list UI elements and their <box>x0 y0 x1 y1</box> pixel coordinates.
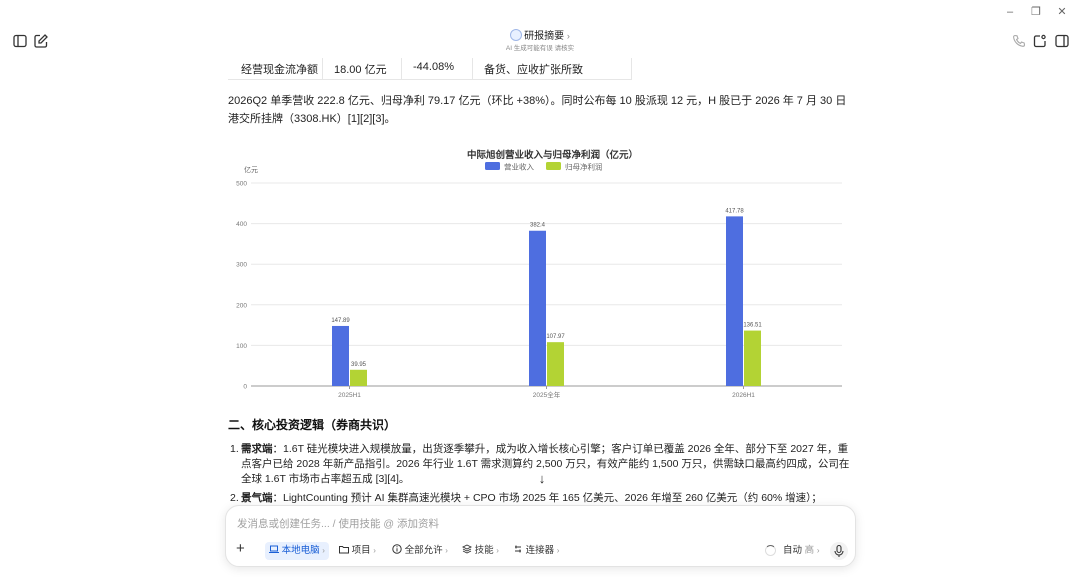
list-item-text: ：LightCounting 预计 AI 集群高速光模块 + CPO 市场 20… <box>272 492 822 504</box>
table-cell: 18.00 亿元 <box>334 64 387 76</box>
data-label: 136.51 <box>743 323 762 329</box>
chip-label: 项目 <box>351 545 371 556</box>
skills-chip[interactable]: 技能 › <box>458 542 503 560</box>
laptop-icon <box>269 545 279 553</box>
chip-label: 全部允许 <box>404 545 443 556</box>
bar <box>529 230 546 386</box>
conversation-title[interactable]: 研报摘要 › AI 生成可能有误 请核实 <box>440 29 640 54</box>
scroll-to-bottom-icon[interactable]: ↓ <box>534 471 550 487</box>
legend-label: 归母净利润 <box>565 162 603 172</box>
list-item-label: 需求端 <box>241 443 273 455</box>
ai-disclaimer: AI 生成可能有误 请核实 <box>505 45 575 52</box>
chevron-right-icon: › <box>445 546 448 555</box>
connector-icon <box>515 545 521 553</box>
table-cell: 备货、应收扩张所致 <box>484 64 583 76</box>
x-tick-label: 2025全年 <box>533 390 561 399</box>
chip-label: 本地电脑 <box>281 545 320 556</box>
x-tick-label: 2025H1 <box>338 392 361 399</box>
data-label: 382.4 <box>530 223 546 229</box>
y-tick-label: 100 <box>236 343 247 350</box>
y-tick-label: 200 <box>236 302 247 309</box>
table-cell: -44.08% <box>413 61 454 73</box>
restore-button[interactable]: ❐ <box>1028 4 1044 20</box>
panel-toggle-icon[interactable] <box>1053 32 1071 50</box>
bar-chart: 中际旭创营业收入与归母净利润（亿元）营业收入 归母净利润 亿元 0 100 200 300 4… <box>236 149 842 399</box>
table-row: 经营现金流净额 18.00 亿元 -44.08% 备货、应收扩张所致 <box>228 58 632 80</box>
list-item-label: 景气端 <box>241 492 273 504</box>
share-icon[interactable] <box>1031 32 1049 50</box>
microphone-button[interactable] <box>830 542 848 560</box>
title-text: 研报摘要 <box>524 31 565 42</box>
legend-label: 营业收入 <box>504 162 534 172</box>
close-button[interactable]: ✕ <box>1054 4 1070 20</box>
chevron-right-icon: › <box>496 546 499 555</box>
chevron-right-icon: › <box>816 546 820 555</box>
phone-icon[interactable] <box>1010 32 1028 50</box>
bar <box>350 369 367 386</box>
list-number: 1. <box>230 443 239 455</box>
window-titlebar: – ❐ ✕ <box>0 0 1080 24</box>
chip-label: 技能 <box>474 545 494 556</box>
chip-label: 连接器 <box>525 545 555 556</box>
message-composer: 发消息或创建任务... / 使用技能 @ 添加资料 + 本地电脑 › 项目 › … <box>225 505 856 567</box>
new-chat-icon[interactable] <box>32 32 50 50</box>
legend-swatch <box>485 162 500 170</box>
local-computer-chip[interactable]: 本地电脑 › <box>265 542 329 560</box>
y-tick-label: 500 <box>236 181 247 188</box>
data-label: 107.97 <box>546 334 565 340</box>
data-label: 147.89 <box>331 318 350 324</box>
table-cell: 经营现金流净额 <box>241 64 318 76</box>
mode-label: 自动 <box>783 545 803 556</box>
sidebar-toggle-icon[interactable] <box>11 32 29 50</box>
bar <box>726 216 743 386</box>
layers-icon <box>461 544 473 554</box>
chevron-right-icon: › <box>556 546 560 555</box>
permission-chip[interactable]: 全部允许 › <box>388 542 452 560</box>
summary-paragraph: 2026Q2 单季营收 222.8 亿元、归母净利 79.17 亿元（环比 +3… <box>228 95 847 125</box>
loading-spinner-icon <box>765 545 776 556</box>
chevron-right-icon: › <box>322 546 325 555</box>
data-label: 39.95 <box>351 362 367 368</box>
mode-level: 高 <box>804 545 815 556</box>
add-attachment-icon[interactable]: + <box>236 540 245 557</box>
list-number: 2. <box>230 492 239 504</box>
folder-icon <box>339 546 349 554</box>
data-label: 417.78 <box>725 208 744 214</box>
legend-swatch <box>546 162 561 170</box>
message-input[interactable]: 发消息或创建任务... / 使用技能 @ 添加资料 <box>237 516 439 531</box>
revenue-profit-chart: 中际旭创营业收入与归母净利润（亿元） 营业收入 归母净利润 亿元 0 100 200 300 4… <box>228 145 856 405</box>
chart-title: 中际旭创营业收入与归母净利润（亿元） <box>467 149 638 161</box>
y-axis-label: 亿元 <box>244 165 258 174</box>
bar <box>744 330 761 386</box>
x-tick-label: 2026H1 <box>732 392 755 399</box>
y-tick-label: 300 <box>236 262 247 269</box>
composer-toolbar: + 本地电脑 › 项目 › 全部允许 › 技能 › 连接器 › 自动 高 › <box>226 540 857 560</box>
y-tick-label: 0 <box>243 384 247 391</box>
project-chip[interactable]: 项目 › <box>335 542 380 560</box>
microphone-icon <box>834 544 844 557</box>
minimize-button[interactable]: – <box>1002 4 1018 20</box>
y-tick-label: 400 <box>236 221 247 228</box>
section-heading: 二、核心投资逻辑（券商共识） <box>228 418 397 432</box>
chevron-right-icon: › <box>373 546 376 555</box>
bar <box>332 325 349 386</box>
connectors-chip[interactable]: 连接器 › <box>509 542 563 560</box>
mode-selector[interactable]: 自动 高 › <box>779 542 823 560</box>
bar <box>547 342 564 386</box>
info-icon <box>392 544 402 554</box>
chevron-right-icon: › <box>566 31 570 41</box>
top-toolbar: 研报摘要 › AI 生成可能有误 请核实 <box>0 24 1080 58</box>
bot-avatar-icon <box>510 29 523 41</box>
list-item: 2. 景气端：LightCounting 预计 AI 集群高速光模块 + CPO … <box>228 491 856 506</box>
